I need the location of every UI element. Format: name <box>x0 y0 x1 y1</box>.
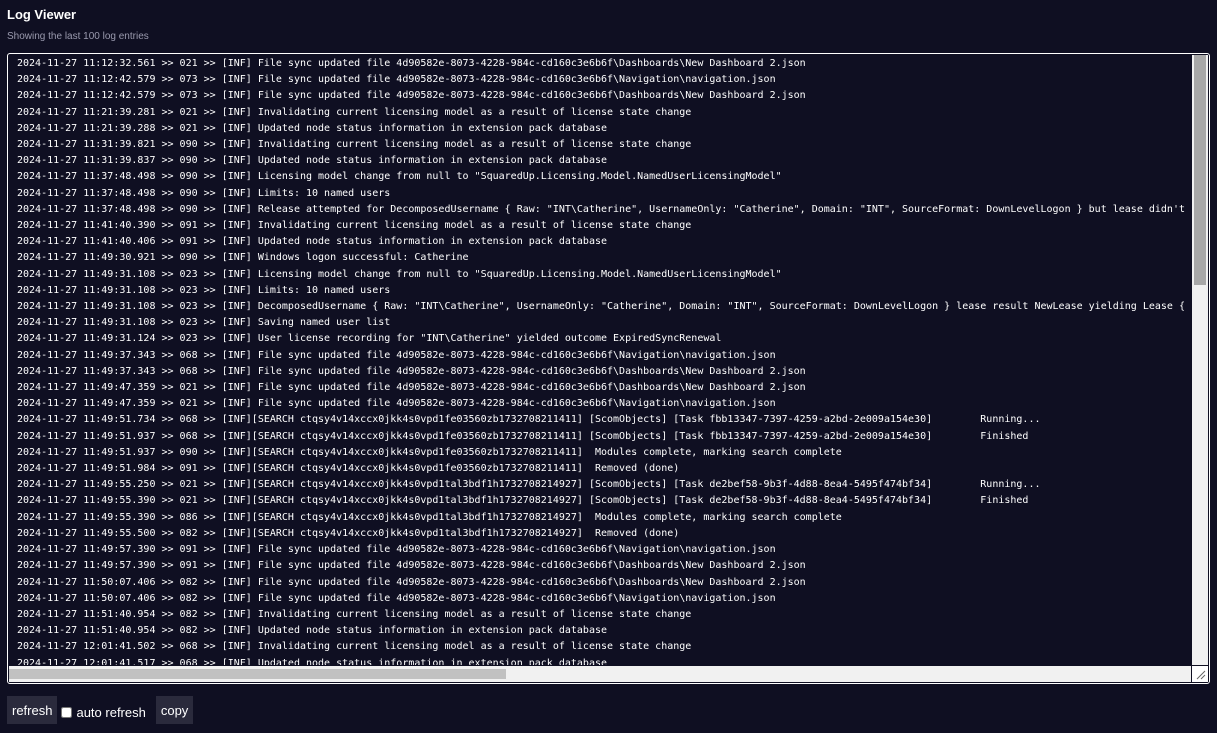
resize-grip-icon <box>1196 670 1206 680</box>
log-line: 2024-11-27 11:37:48.498 >> 090 >> [INF] … <box>17 203 1191 215</box>
log-line: 2024-11-27 11:49:47.359 >> 021 >> [INF] … <box>17 398 776 410</box>
log-line: 2024-11-27 11:49:51.734 >> 068 >> [INF][… <box>17 414 1041 426</box>
log-line: 2024-11-27 11:49:31.108 >> 023 >> [INF] … <box>17 301 1191 313</box>
page-subtitle: Showing the last 100 log entries <box>7 31 149 42</box>
log-line: 2024-11-27 12:01:41.502 >> 068 >> [INF] … <box>17 641 692 653</box>
log-line: 2024-11-27 11:12:42.579 >> 073 >> [INF] … <box>17 74 776 86</box>
vertical-scrollbar-thumb[interactable] <box>1194 55 1206 285</box>
log-controls: refresh auto refresh copy <box>7 696 194 724</box>
log-line: 2024-11-27 11:21:39.281 >> 021 >> [INF] … <box>17 106 692 118</box>
page-title: Log Viewer <box>7 7 77 22</box>
log-line: 2024-11-27 11:37:48.498 >> 090 >> [INF] … <box>17 171 782 183</box>
log-line: 2024-11-27 11:49:31.108 >> 023 >> [INF] … <box>17 268 782 280</box>
log-line: 2024-11-27 11:49:31.124 >> 023 >> [INF] … <box>17 333 722 345</box>
log-line: 2024-11-27 11:51:40.954 >> 082 >> [INF] … <box>17 608 692 620</box>
log-line: 2024-11-27 11:49:31.108 >> 023 >> [INF] … <box>17 317 391 329</box>
refresh-button[interactable]: refresh <box>7 696 58 724</box>
log-line: 2024-11-27 11:31:39.821 >> 090 >> [INF] … <box>17 139 692 151</box>
log-line: 2024-11-27 11:50:07.406 >> 082 >> [INF] … <box>17 592 776 604</box>
log-line: 2024-11-27 12:01:41.517 >> 068 >> [INF] … <box>17 657 608 665</box>
log-line: 2024-11-27 11:49:55.500 >> 082 >> [INF][… <box>17 527 680 539</box>
log-line: 2024-11-27 11:49:37.343 >> 068 >> [INF] … <box>17 365 806 377</box>
auto-refresh-label: auto refresh <box>76 704 146 720</box>
auto-refresh-checkbox[interactable] <box>61 706 73 718</box>
log-line: 2024-11-27 11:50:07.406 >> 082 >> [INF] … <box>17 576 806 588</box>
log-line: 2024-11-27 11:49:31.108 >> 023 >> [INF] … <box>17 284 391 296</box>
log-line: 2024-11-27 11:12:32.561 >> 021 >> [INF] … <box>17 58 806 69</box>
log-line: 2024-11-27 11:49:57.390 >> 091 >> [INF] … <box>17 544 776 556</box>
log-line: 2024-11-27 11:49:55.390 >> 021 >> [INF][… <box>17 495 1029 507</box>
copy-button[interactable]: copy <box>155 696 194 724</box>
log-line: 2024-11-27 11:49:47.359 >> 021 >> [INF] … <box>17 382 806 394</box>
log-line: 2024-11-27 11:12:42.579 >> 073 >> [INF] … <box>17 90 806 102</box>
resize-handle[interactable] <box>1192 666 1208 682</box>
log-line: 2024-11-27 11:49:37.343 >> 068 >> [INF] … <box>17 349 776 361</box>
log-content: 2024-11-27 11:12:32.561 >> 021 >> [INF] … <box>17 56 1191 665</box>
vertical-scrollbar[interactable] <box>1192 55 1208 665</box>
log-line: 2024-11-27 11:21:39.288 >> 021 >> [INF] … <box>17 122 608 134</box>
log-line: 2024-11-27 11:49:55.250 >> 021 >> [INF][… <box>17 479 1041 491</box>
log-line: 2024-11-27 11:41:40.406 >> 091 >> [INF] … <box>17 236 608 248</box>
log-textarea[interactable]: 2024-11-27 11:12:32.561 >> 021 >> [INF] … <box>7 53 1210 684</box>
log-line: 2024-11-27 11:49:51.984 >> 091 >> [INF][… <box>17 463 680 475</box>
log-line: 2024-11-27 11:49:30.921 >> 090 >> [INF] … <box>17 252 469 264</box>
log-line: 2024-11-27 11:37:48.498 >> 090 >> [INF] … <box>17 187 391 199</box>
log-line: 2024-11-27 11:49:55.390 >> 086 >> [INF][… <box>17 511 842 523</box>
log-line: 2024-11-27 11:49:51.937 >> 090 >> [INF][… <box>17 446 842 458</box>
horizontal-scrollbar-thumb[interactable] <box>9 669 506 679</box>
auto-refresh-toggle[interactable]: auto refresh <box>61 704 146 720</box>
horizontal-scrollbar[interactable] <box>9 666 1191 682</box>
log-line: 2024-11-27 11:49:57.390 >> 091 >> [INF] … <box>17 560 806 572</box>
log-line: 2024-11-27 11:41:40.390 >> 091 >> [INF] … <box>17 220 692 232</box>
log-line: 2024-11-27 11:51:40.954 >> 082 >> [INF] … <box>17 625 608 637</box>
log-line: 2024-11-27 11:31:39.837 >> 090 >> [INF] … <box>17 155 608 167</box>
log-line: 2024-11-27 11:49:51.937 >> 068 >> [INF][… <box>17 430 1029 442</box>
